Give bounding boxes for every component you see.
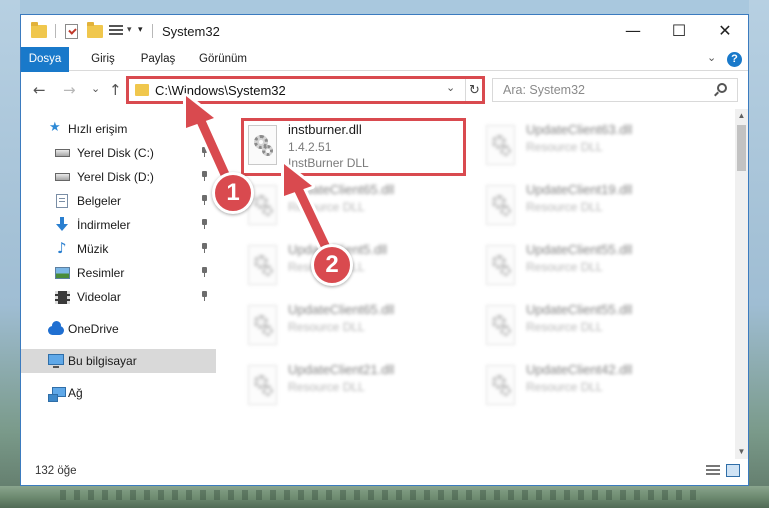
step-2-badge: 2: [311, 244, 353, 286]
annotation-arrows: [183, 93, 338, 264]
arrow-2: [281, 161, 338, 264]
step-1-badge: 1: [212, 172, 254, 214]
